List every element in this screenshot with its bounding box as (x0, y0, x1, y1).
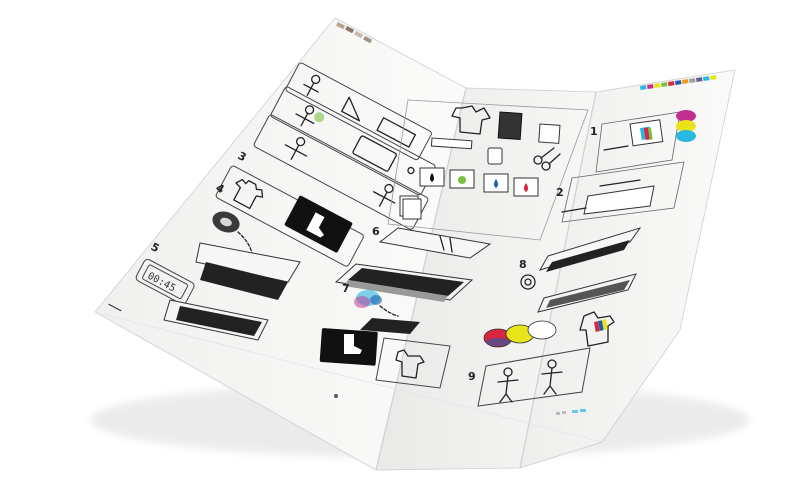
step-number-7: 7 (342, 282, 350, 295)
cartridge-blue (483, 173, 509, 193)
step-number-8: 8 (519, 258, 527, 271)
step-number-1: 1 (590, 125, 598, 138)
transfer-sheet-step-7 (319, 328, 378, 366)
sheet-stack-icon (399, 195, 422, 220)
step-number-2: 2 (556, 186, 564, 199)
paper-sheet-icon (538, 123, 561, 144)
ink-colours-icon (676, 110, 696, 142)
transfer-sheet-icon (498, 112, 522, 140)
instruction-leaflet-photo: 3 4 5 00:45 ▬▬▬▬▬▬ 6 7 1 2 8 9 (90, 17, 750, 471)
step-number-6: 6 (372, 225, 380, 238)
cartridge-green (449, 169, 475, 189)
step-number-9: 9 (468, 370, 476, 383)
registration-dot (334, 394, 338, 398)
bottle-icon (487, 147, 503, 165)
cartridge-black (419, 167, 445, 187)
cartridge-red (513, 177, 539, 197)
